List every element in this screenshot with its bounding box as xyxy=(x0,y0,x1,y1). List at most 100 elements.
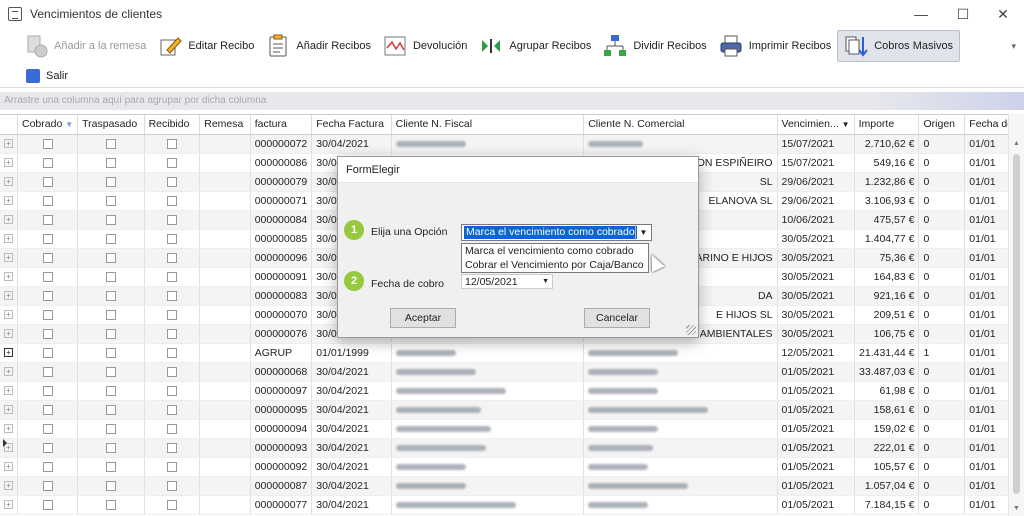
table-row[interactable]: + AGRUP 01/01/1999 12/05/2021 21.431,44 €1 01… xyxy=(0,343,1024,363)
recibido-checkbox[interactable] xyxy=(166,290,177,301)
recibido-checkbox[interactable] xyxy=(166,366,177,377)
recibido-checkbox[interactable] xyxy=(166,461,177,472)
expand-icon[interactable]: + xyxy=(4,348,13,358)
cobrado-cell[interactable] xyxy=(17,229,79,249)
traspasado-cell[interactable] xyxy=(77,248,145,268)
recibido-cell[interactable] xyxy=(144,457,201,477)
traspasado-cell[interactable] xyxy=(77,438,145,458)
traspasado-checkbox[interactable] xyxy=(105,499,116,510)
recibido-cell[interactable] xyxy=(144,229,201,249)
traspasado-cell[interactable] xyxy=(77,210,145,230)
split-receipts-button[interactable]: Dividir Recibos xyxy=(597,30,712,62)
col-header-origen[interactable]: Origen xyxy=(918,115,966,135)
cobrado-checkbox[interactable] xyxy=(42,423,53,434)
expand-icon[interactable]: + xyxy=(4,291,13,301)
dropdown-option-caja-banco[interactable]: Cobrar el Vencimiento por Caja/Banco xyxy=(462,258,648,272)
recibido-checkbox[interactable] xyxy=(166,195,177,206)
recibido-cell[interactable] xyxy=(144,343,201,363)
traspasado-checkbox[interactable] xyxy=(105,233,116,244)
traspasado-checkbox[interactable] xyxy=(105,309,116,320)
recibido-cell[interactable] xyxy=(144,286,201,306)
scroll-down-icon[interactable]: ▼ xyxy=(1013,505,1020,512)
scrollbar-thumb[interactable] xyxy=(1013,154,1020,494)
col-header-recibido[interactable]: Recibido xyxy=(144,115,201,135)
traspasado-checkbox[interactable] xyxy=(105,138,116,149)
traspasado-cell[interactable] xyxy=(77,343,145,363)
recibido-cell[interactable] xyxy=(144,400,201,420)
traspasado-cell[interactable] xyxy=(77,134,145,154)
expand-icon[interactable]: + xyxy=(4,177,13,187)
expand-icon[interactable]: + xyxy=(4,405,13,415)
table-row[interactable]: +000000068 30/04/2021 01/05/2021 33.487,03 … xyxy=(0,362,1024,382)
cobrado-checkbox[interactable] xyxy=(42,480,53,491)
cobrado-cell[interactable] xyxy=(17,286,79,306)
cobrado-checkbox[interactable] xyxy=(42,214,53,225)
traspasado-checkbox[interactable] xyxy=(105,366,116,377)
traspasado-cell[interactable] xyxy=(77,172,145,192)
recibido-cell[interactable] xyxy=(144,381,201,401)
group-by-panel[interactable]: Arrastre una columna aquí para agrupar p… xyxy=(0,92,1024,110)
expand-icon[interactable]: + xyxy=(4,196,13,206)
recibido-checkbox[interactable] xyxy=(166,214,177,225)
table-row[interactable]: +000000095 30/04/2021 01/05/2021 158,61 €0 0… xyxy=(0,400,1024,420)
traspasado-checkbox[interactable] xyxy=(105,423,116,434)
vertical-scrollbar[interactable]: ▲ ▼ xyxy=(1008,114,1024,516)
recibido-checkbox[interactable] xyxy=(166,442,177,453)
maximize-button[interactable]: ☐ xyxy=(946,0,980,28)
cobrado-cell[interactable] xyxy=(17,381,79,401)
cobrado-cell[interactable] xyxy=(17,267,79,287)
table-row[interactable]: +000000092 30/04/2021 01/05/2021 105,57 €0 0… xyxy=(0,457,1024,477)
expand-toggle[interactable]: + xyxy=(0,229,18,249)
chevron-down-icon[interactable]: ▼ xyxy=(635,225,651,240)
recibido-cell[interactable] xyxy=(144,172,201,192)
cobrado-cell[interactable] xyxy=(17,495,79,515)
cobrado-cell[interactable] xyxy=(17,134,79,154)
expand-icon[interactable]: + xyxy=(4,234,13,244)
traspasado-cell[interactable] xyxy=(77,324,145,344)
recibido-checkbox[interactable] xyxy=(166,347,177,358)
expand-icon[interactable]: + xyxy=(4,329,13,339)
bulk-collect-button[interactable]: Cobros Masivos xyxy=(837,30,961,62)
traspasado-checkbox[interactable] xyxy=(105,214,116,225)
cobrado-checkbox[interactable] xyxy=(42,385,53,396)
cobrado-checkbox[interactable] xyxy=(42,309,53,320)
recibido-checkbox[interactable] xyxy=(166,176,177,187)
expand-toggle[interactable]: + xyxy=(0,134,18,154)
recibido-checkbox[interactable] xyxy=(166,423,177,434)
cobrado-checkbox[interactable] xyxy=(42,366,53,377)
cobrado-checkbox[interactable] xyxy=(42,499,53,510)
traspasado-cell[interactable] xyxy=(77,153,145,173)
expand-toggle[interactable]: + xyxy=(0,286,18,306)
expand-icon[interactable]: + xyxy=(4,481,13,491)
expand-toggle[interactable]: + xyxy=(0,362,18,382)
table-row[interactable]: +000000077 30/04/2021 01/05/2021 7.184,15 €… xyxy=(0,495,1024,515)
expand-toggle[interactable]: + xyxy=(0,343,18,363)
cobrado-checkbox[interactable] xyxy=(42,442,53,453)
col-header-factura[interactable]: factura xyxy=(250,115,313,135)
cobrado-checkbox[interactable] xyxy=(42,271,53,282)
cobrado-checkbox[interactable] xyxy=(42,176,53,187)
traspasado-checkbox[interactable] xyxy=(105,328,116,339)
cobrado-cell[interactable] xyxy=(17,248,79,268)
recibido-checkbox[interactable] xyxy=(166,157,177,168)
toolbar-overflow-chevron-icon[interactable]: ▾ xyxy=(1011,41,1016,52)
recibido-checkbox[interactable] xyxy=(166,385,177,396)
print-receipts-button[interactable]: Imprimir Recibos xyxy=(713,30,838,62)
recibido-checkbox[interactable] xyxy=(166,480,177,491)
cobrado-checkbox[interactable] xyxy=(42,328,53,339)
expand-icon[interactable]: + xyxy=(4,272,13,282)
traspasado-cell[interactable] xyxy=(77,191,145,211)
recibido-cell[interactable] xyxy=(144,153,201,173)
traspasado-checkbox[interactable] xyxy=(105,157,116,168)
col-header-vencimiento[interactable]: Vencimien... ▼ xyxy=(777,115,855,135)
recibido-cell[interactable] xyxy=(144,362,201,382)
cobrado-cell[interactable] xyxy=(17,172,79,192)
cobrado-cell[interactable] xyxy=(17,419,79,439)
cobrado-checkbox[interactable] xyxy=(42,404,53,415)
cobrado-cell[interactable] xyxy=(17,324,79,344)
expand-toggle[interactable]: + xyxy=(0,153,18,173)
col-header-fecha-factura[interactable]: Fecha Factura xyxy=(311,115,392,135)
expand-toggle[interactable]: + xyxy=(0,305,18,325)
close-button[interactable]: ✕ xyxy=(986,0,1020,28)
traspasado-cell[interactable] xyxy=(77,381,145,401)
